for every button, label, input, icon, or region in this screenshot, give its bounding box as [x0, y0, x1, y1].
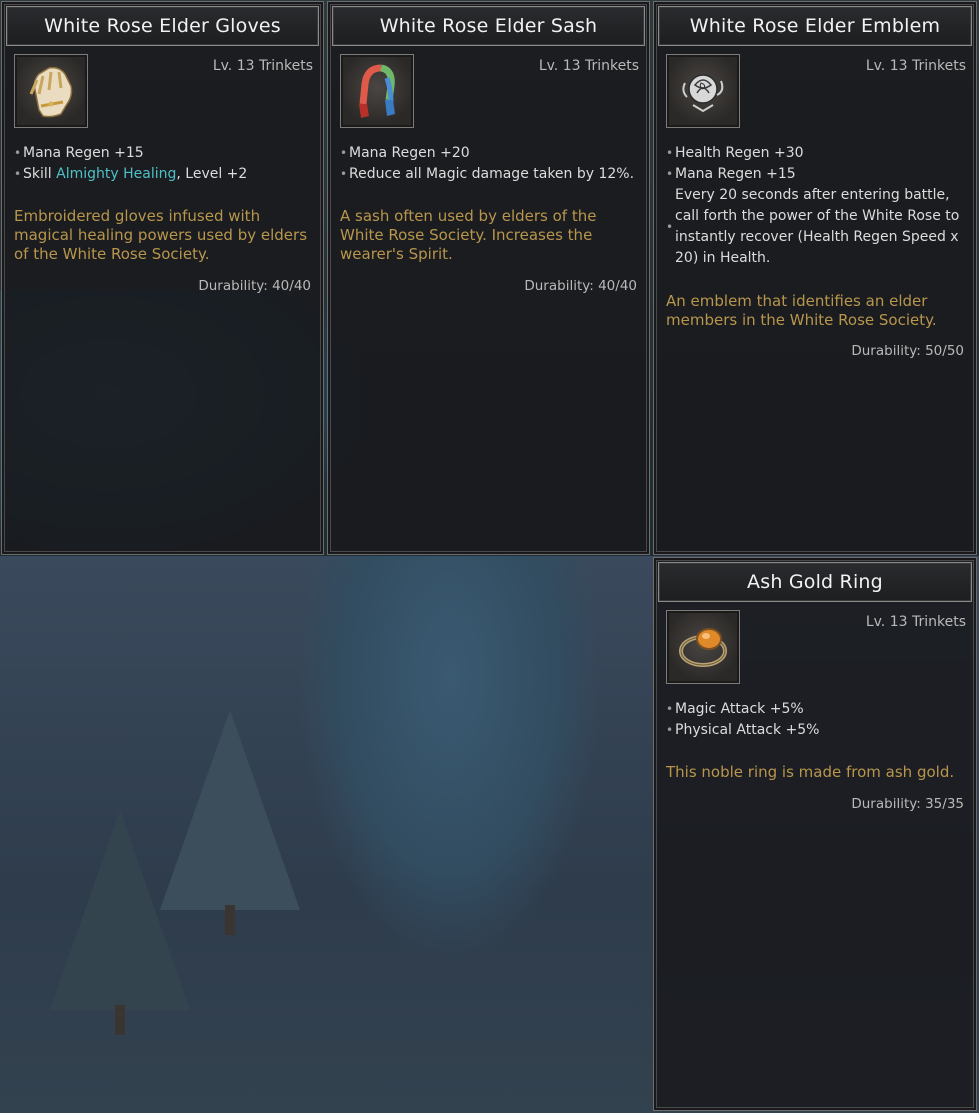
rose-emblem-icon: [666, 54, 740, 128]
bullet-icon: •: [666, 146, 674, 160]
bullet-icon: •: [14, 167, 22, 181]
stat-list: • Health Regen +30 • Mana Regen +15 • Every…: [666, 143, 966, 269]
tree-trunk: [115, 1005, 125, 1035]
ring-icon: [666, 610, 740, 684]
durability-text: Durability: 50/50: [851, 343, 964, 359]
skill-name-link[interactable]: Almighty Healing: [56, 166, 176, 182]
item-description: This noble ring is made from ash gold.: [666, 763, 955, 781]
durability-text: Durability: 35/35: [851, 796, 964, 812]
stat-list: • Magic Attack +5% • Physical Attack +5%: [666, 699, 966, 741]
tree-trunk: [225, 905, 235, 935]
bullet-icon: •: [666, 723, 674, 737]
stat-line: • Mana Regen +15: [14, 143, 313, 164]
item-title: White Rose Elder Emblem: [658, 6, 972, 46]
stat-text: Mana Regen +20: [349, 145, 470, 161]
bullet-icon: •: [666, 219, 674, 234]
stat-line: • Mana Regen +15: [666, 164, 966, 185]
stat-suffix: , Level +2: [176, 166, 248, 182]
bullet-icon: •: [340, 167, 348, 181]
stat-text: Reduce all Magic damage taken by 12%.: [349, 166, 635, 182]
item-level-category: Lv. 13 Trinkets: [865, 58, 966, 74]
tooltip-sash: White Rose Elder Sash Lv. 13 Trinkets • M…: [327, 1, 650, 555]
item-description: An emblem that identifies an elder membe…: [666, 292, 937, 329]
item-level-category: Lv. 13 Trinkets: [865, 614, 966, 630]
tooltip-ring: Ash Gold Ring Lv. 13 Trinkets • Magic Att…: [653, 557, 977, 1111]
gloves-icon: [14, 54, 88, 128]
stat-line: • Reduce all Magic damage taken by 12%.: [340, 164, 639, 185]
bullet-icon: •: [666, 167, 674, 181]
item-level-category: Lv. 13 Trinkets: [212, 58, 313, 74]
durability-text: Durability: 40/40: [524, 278, 637, 294]
bullet-icon: •: [14, 146, 22, 160]
stat-text: Health Regen +30: [675, 145, 804, 161]
durability-text: Durability: 40/40: [198, 278, 311, 294]
item-level-category: Lv. 13 Trinkets: [538, 58, 639, 74]
tooltip-emblem: White Rose Elder Emblem Lv. 13 Trinkets …: [653, 1, 977, 555]
stat-text: Every 20 seconds after entering battle, …: [675, 187, 960, 266]
stat-list: • Mana Regen +15 • Skill Almighty Healing,…: [14, 143, 313, 185]
stat-line: • Every 20 seconds after entering battle,…: [666, 185, 966, 269]
stat-prefix: Skill: [23, 166, 57, 182]
bullet-icon: •: [666, 702, 674, 716]
item-description: Embroidered gloves infused with magical …: [14, 207, 308, 263]
stat-line: • Health Regen +30: [666, 143, 966, 164]
stat-text: Magic Attack +5%: [675, 701, 804, 717]
stat-line: • Mana Regen +20: [340, 143, 639, 164]
background-river: [300, 556, 600, 956]
stat-text: Physical Attack +5%: [675, 722, 820, 738]
item-title: Ash Gold Ring: [658, 562, 972, 602]
item-title: White Rose Elder Gloves: [6, 6, 319, 46]
bullet-icon: •: [340, 146, 348, 160]
item-description: A sash often used by elders of the White…: [340, 207, 597, 263]
stat-line: • Physical Attack +5%: [666, 720, 966, 741]
tooltip-gloves: White Rose Elder Gloves Lv. 13 Trinkets …: [1, 1, 324, 555]
stat-text: Mana Regen +15: [23, 145, 144, 161]
stat-list: • Mana Regen +20 • Reduce all Magic damage…: [340, 143, 639, 185]
stat-line: • Magic Attack +5%: [666, 699, 966, 720]
item-title: White Rose Elder Sash: [332, 6, 645, 46]
stat-text: Mana Regen +15: [675, 166, 796, 182]
stat-line: • Skill Almighty Healing, Level +2: [14, 164, 313, 185]
sash-icon: [340, 54, 414, 128]
pine-tree: [50, 810, 190, 1010]
stat-text: Skill Almighty Healing, Level +2: [23, 164, 247, 185]
